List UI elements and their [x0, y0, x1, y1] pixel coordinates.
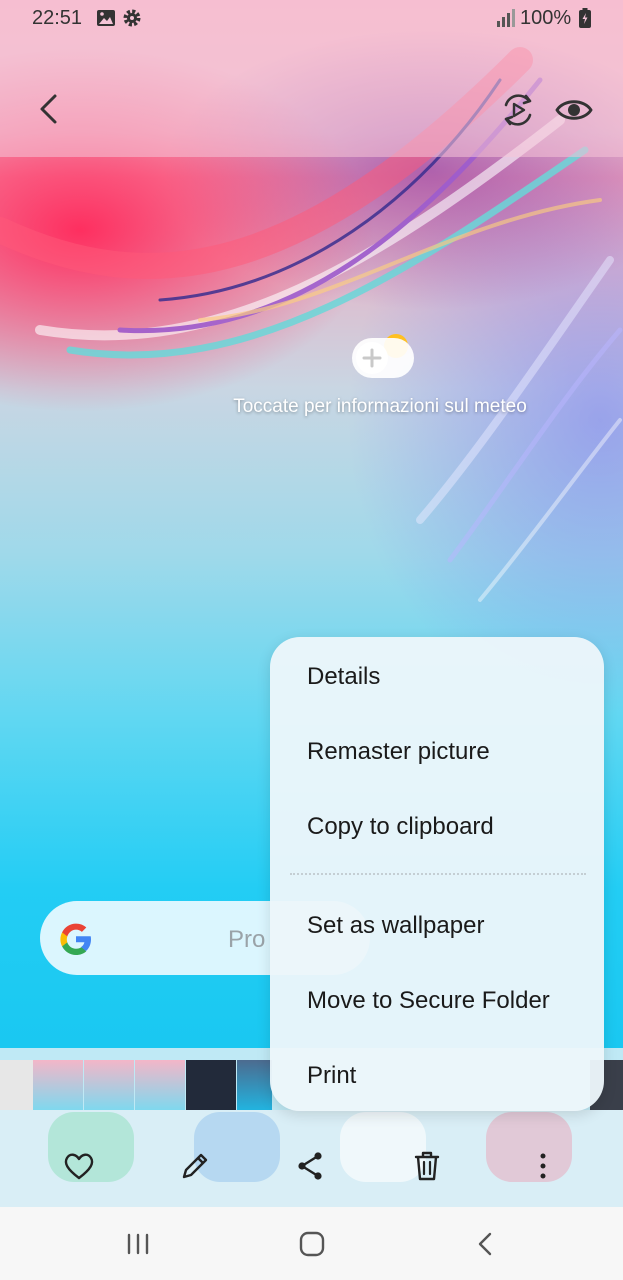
google-logo-icon	[60, 923, 91, 955]
recents-icon[interactable]	[121, 1227, 155, 1261]
bottom-action-bar	[0, 1110, 623, 1207]
menu-item-remaster-picture[interactable]: Remaster picture	[270, 714, 604, 789]
thumbnail[interactable]	[84, 1060, 134, 1110]
weather-widget[interactable]: Toccate per informazioni sul meteo	[180, 330, 580, 430]
menu-item-copy-to-clipboard[interactable]: Copy to clipboard	[270, 789, 604, 864]
system-nav-bar	[0, 1207, 623, 1280]
thumbnail[interactable]	[135, 1060, 185, 1110]
menu-item-details[interactable]: Details	[270, 639, 604, 714]
menu-item-move-to-secure-folder[interactable]: Move to Secure Folder	[270, 963, 604, 1038]
thumbnail[interactable]	[33, 1060, 83, 1110]
back-icon[interactable]	[469, 1227, 503, 1261]
battery-percentage: 100%	[520, 7, 572, 29]
eye-icon[interactable]	[554, 90, 594, 130]
weather-add-icon	[352, 334, 414, 378]
favorite-heart-icon[interactable]	[59, 1146, 99, 1186]
home-icon[interactable]	[295, 1227, 329, 1261]
motion-play-icon[interactable]	[498, 90, 538, 130]
thumbnail[interactable]	[237, 1060, 272, 1110]
edit-pencil-icon[interactable]	[175, 1146, 215, 1186]
more-options-menu: Details Remaster picture Copy to clipboa…	[270, 637, 604, 1111]
thumbnail[interactable]	[0, 1060, 33, 1110]
battery-icon	[579, 8, 591, 28]
status-bar: 22:51 100%	[0, 0, 623, 38]
gear-icon	[123, 9, 141, 27]
back-button[interactable]	[28, 88, 70, 130]
image-icon	[97, 10, 115, 26]
menu-divider	[290, 873, 586, 875]
menu-item-set-as-wallpaper[interactable]: Set as wallpaper	[270, 888, 604, 963]
weather-prompt-text: Toccate per informazioni sul meteo	[233, 396, 527, 417]
share-icon[interactable]	[290, 1146, 330, 1186]
menu-item-print[interactable]: Print	[270, 1038, 604, 1113]
status-time: 22:51	[32, 7, 83, 29]
more-options-icon[interactable]	[523, 1146, 563, 1186]
signal-icon	[497, 9, 515, 27]
delete-trash-icon[interactable]	[407, 1146, 447, 1186]
google-search-placeholder: Pro	[228, 926, 266, 953]
thumbnail[interactable]	[186, 1060, 236, 1110]
